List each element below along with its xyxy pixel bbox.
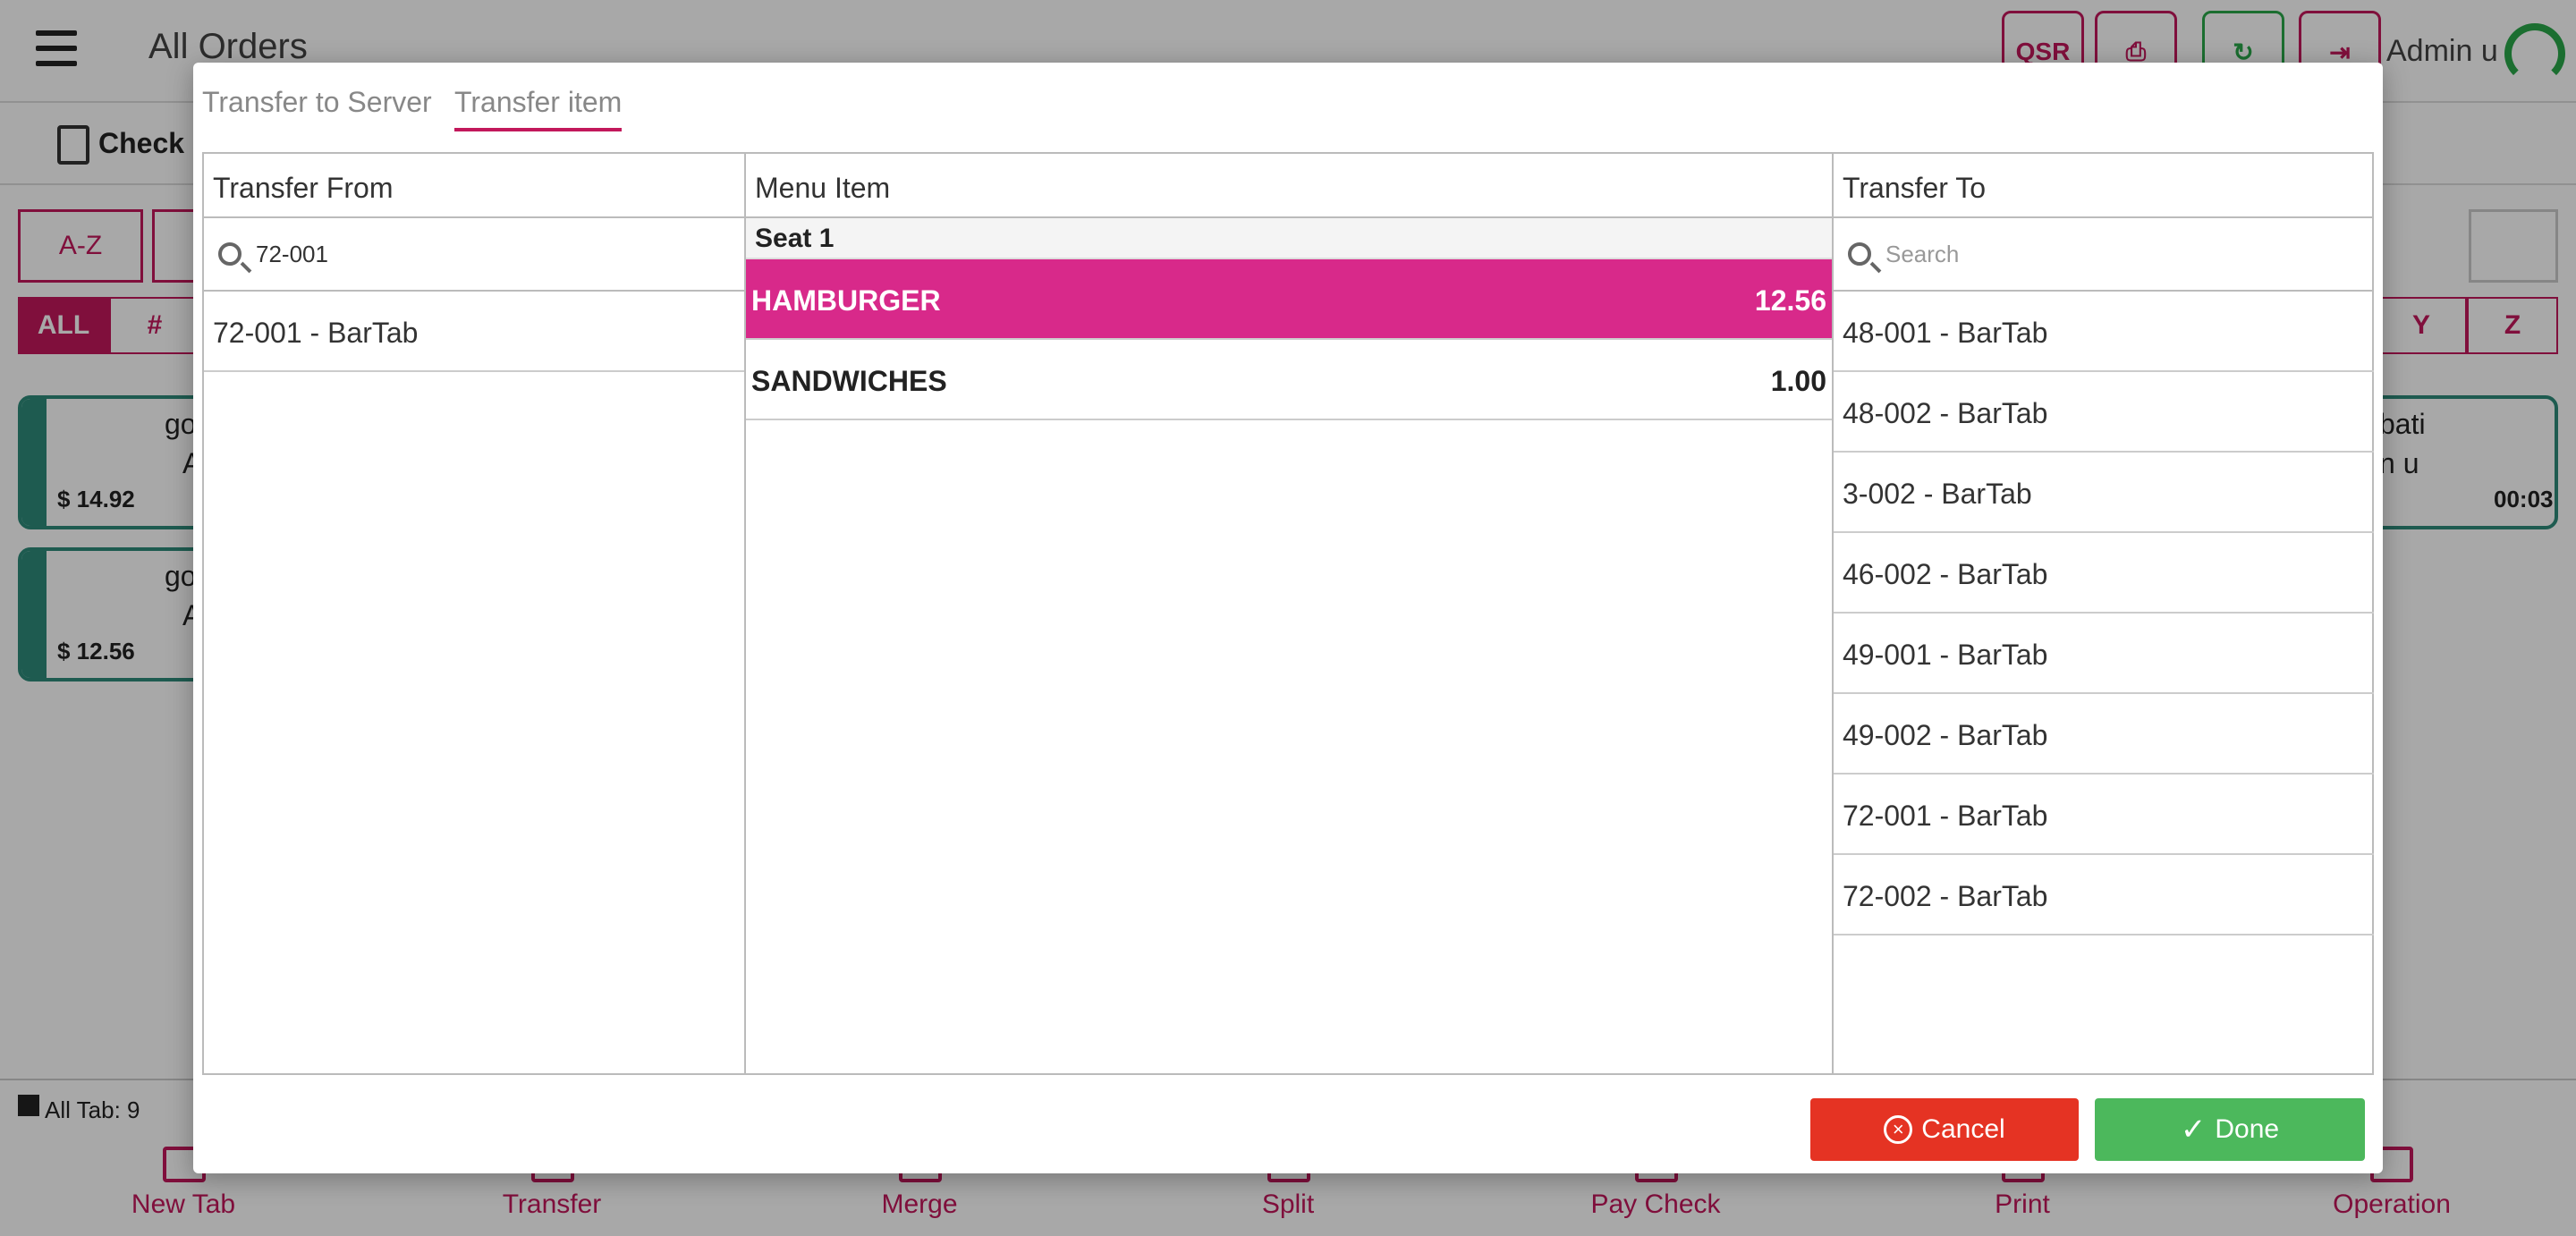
done-label: Done (2215, 1114, 2280, 1144)
checkmark-icon: ✓ (2180, 1113, 2207, 1147)
search-icon (218, 242, 242, 266)
tab-transfer-item[interactable]: Transfer item (454, 86, 623, 131)
list-item[interactable]: 46-002 - BarTab (1834, 533, 2374, 614)
menu-item-price: 1.00 (1770, 365, 1826, 397)
list-item[interactable]: 72-001 - BarTab (204, 292, 744, 372)
to-search (1834, 218, 2374, 292)
from-search (204, 218, 744, 292)
list-item[interactable]: 72-002 - BarTab (1834, 855, 2374, 935)
transfer-modal: Transfer to Server Transfer item Transfe… (193, 63, 2383, 1173)
menu-item-row[interactable]: SANDWICHES 1.00 (746, 340, 1832, 420)
transfer-from-column: Transfer From 72-001 - BarTab (204, 154, 746, 1073)
transfer-from-header: Transfer From (204, 154, 744, 218)
cancel-label: Cancel (1921, 1114, 2005, 1144)
tab-transfer-to-server[interactable]: Transfer to Server (202, 86, 432, 128)
list-item[interactable]: 49-001 - BarTab (1834, 614, 2374, 694)
cancel-button[interactable]: × Cancel (1810, 1098, 2079, 1161)
list-item[interactable]: 48-001 - BarTab (1834, 292, 2374, 372)
menu-item-header: Menu Item (746, 154, 1832, 218)
list-item[interactable]: 49-002 - BarTab (1834, 694, 2374, 775)
list-item[interactable]: 72-001 - BarTab (1834, 775, 2374, 855)
menu-item-column: Menu Item Seat 1 HAMBURGER 12.56 SANDWIC… (746, 154, 1834, 1073)
done-button[interactable]: ✓ Done (2095, 1098, 2365, 1161)
search-icon (1848, 242, 1871, 266)
seat-label: Seat 1 (746, 218, 1832, 259)
list-item[interactable]: 48-002 - BarTab (1834, 372, 2374, 453)
transfer-to-header: Transfer To (1834, 154, 2374, 218)
from-search-input[interactable] (256, 234, 721, 274)
cancel-circle-icon: × (1884, 1115, 1913, 1144)
list-item[interactable]: 3-002 - BarTab (1834, 453, 2374, 533)
menu-item-row[interactable]: HAMBURGER 12.56 (746, 259, 1832, 340)
to-search-input[interactable] (1885, 234, 2351, 274)
menu-item-name: SANDWICHES (751, 365, 947, 397)
transfer-to-column: Transfer To 48-001 - BarTab 48-002 - Bar… (1834, 154, 2374, 1073)
menu-item-name: HAMBURGER (751, 284, 941, 317)
transfer-columns: Transfer From 72-001 - BarTab Menu Item … (202, 152, 2374, 1075)
menu-item-price: 12.56 (1754, 284, 1826, 317)
